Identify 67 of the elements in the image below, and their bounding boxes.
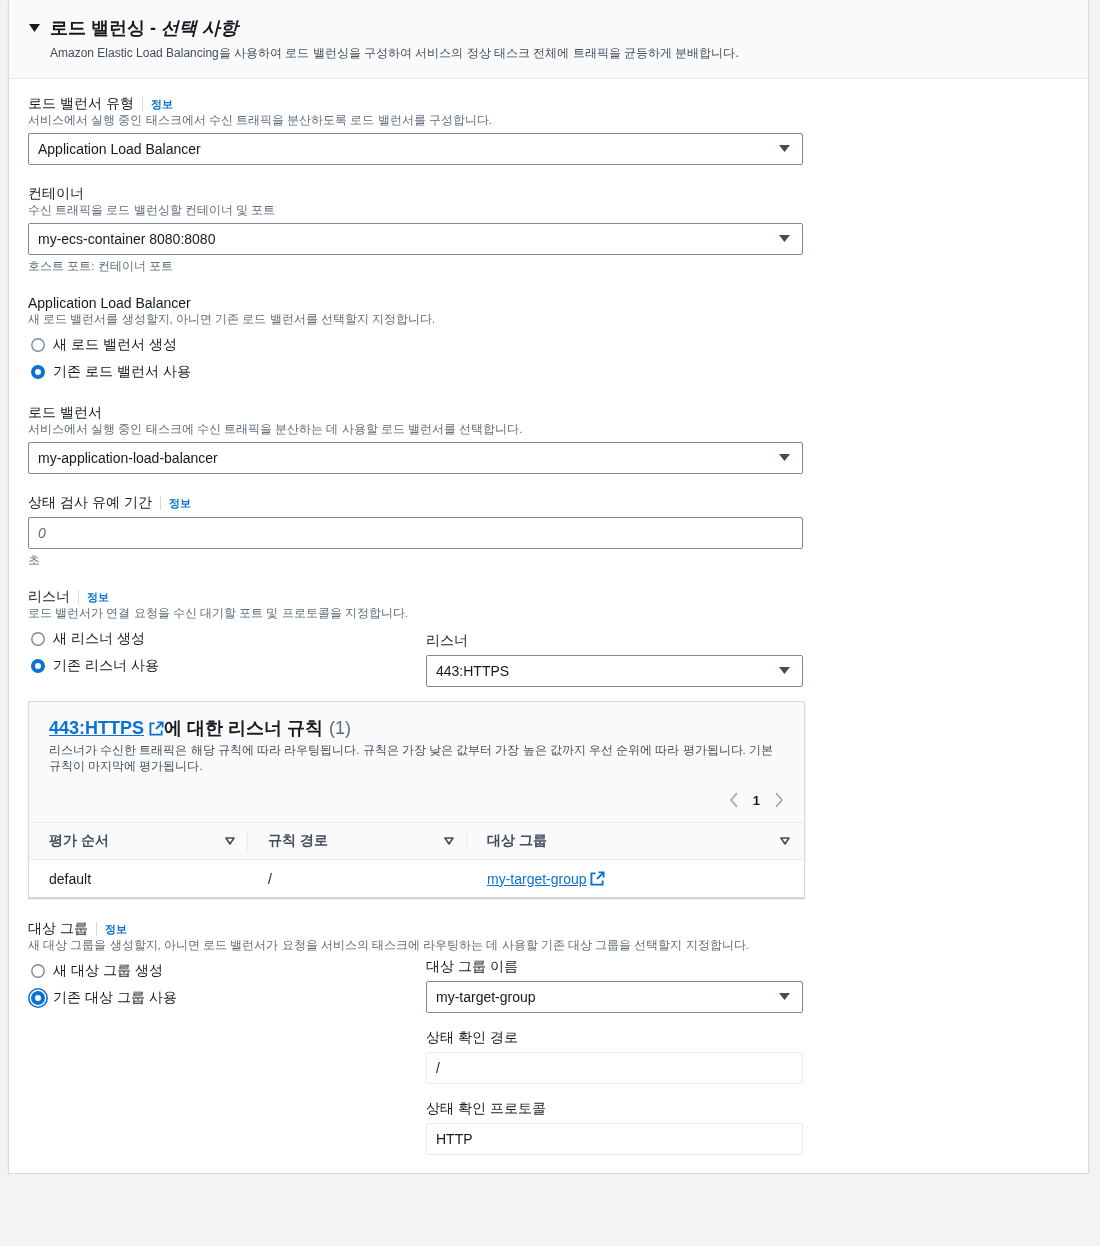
sort-icon[interactable] [444, 837, 454, 845]
info-link[interactable]: 정보 [78, 589, 109, 604]
sort-icon[interactable] [780, 837, 790, 845]
field-label: 대상 그룹 이름 [426, 958, 519, 976]
table-cell: / [268, 870, 272, 887]
column-header[interactable]: 대상 그룹 [487, 832, 547, 850]
dropdown-select[interactable]: my-target-group [426, 981, 803, 1013]
section-description: Amazon Elastic Load Balancing을 사용하여 로드 밸런싱을 구성하여 서비스의 정상 태스크 전체에 트래픽을 균등하게 분배합니다. [50, 45, 740, 62]
field-label: 상태 확인 프로토콜 [426, 1100, 547, 1118]
dropdown-caret-icon [779, 454, 790, 462]
radio-label[interactable]: 새 로드 밸런서 생성 [53, 336, 177, 354]
table-cell: default [49, 870, 92, 887]
radio-button[interactable] [28, 335, 48, 355]
dropdown-select[interactable]: 443:HTTPS [426, 655, 803, 687]
dropdown-caret-icon [779, 235, 790, 243]
column-header[interactable]: 규칙 경로 [268, 832, 328, 850]
field-label: Application Load Balancer [28, 294, 191, 311]
dropdown-caret-icon [779, 145, 790, 153]
column-header[interactable]: 평가 순서 [49, 832, 109, 850]
radio-label[interactable]: 새 리스너 생성 [53, 630, 145, 648]
field-label: 로드 밸런서 [28, 403, 102, 422]
info-link[interactable]: 정보 [141, 96, 173, 111]
dropdown-caret-icon [779, 993, 790, 1001]
panel-title: 에 대한 리스너 규칙 [164, 717, 324, 740]
panel-description: 리스너가 수신한 트래픽은 해당 규칙에 따라 라우팅됩니다. 규칙은 가장 낮은 값부터 가장 높은 값까지 우선 순위에 따라 평가됩니다. 기본 규칙이 마지막에 평가됩니다. [49, 743, 774, 774]
read-only-field: HTTP [426, 1123, 803, 1155]
dropdown-caret-icon [779, 667, 790, 675]
page-number[interactable]: 1 [752, 792, 760, 808]
field-description: 서비스에서 실행 중인 태스크에 수신 트래픽을 분산하는 데 사용할 로드 밸런서를 선택합니다. [28, 422, 524, 437]
radio-button[interactable] [28, 988, 48, 1008]
radio-label[interactable]: 기존 대상 그룹 사용 [53, 989, 177, 1007]
rule-count: (1) [329, 717, 352, 739]
external-link-icon [149, 720, 165, 736]
info-link[interactable]: 정보 [159, 495, 191, 510]
dropdown-select[interactable]: my-application-load-balancer [28, 442, 803, 474]
radio-label[interactable]: 새 대상 그룹 생성 [53, 962, 163, 980]
section-title: 로드 밸런싱 - 선택 사항 [50, 17, 238, 40]
sort-icon[interactable] [225, 837, 235, 845]
field-label: 상태 검사 유예 기간 [28, 493, 152, 512]
external-link-icon [590, 870, 606, 886]
field-description: 서비스에서 실행 중인 태스크에서 수신 트래픽을 분산하도록 로드 밸런서를 구성합니다. [28, 113, 493, 128]
target-group-link[interactable]: my-target-group [487, 870, 587, 887]
dropdown-select[interactable]: my-ecs-container 8080:8080 [28, 223, 803, 255]
info-link[interactable]: 정보 [95, 921, 127, 936]
read-only-field: / [426, 1052, 803, 1084]
field-label: 컨테이너 [28, 184, 84, 203]
dropdown-select[interactable]: Application Load Balancer [28, 133, 803, 165]
field-description: 로드 밸런서가 연결 요청을 수신 대기할 포트 및 프로토콜을 지정합니다. [28, 606, 409, 621]
field-label: 리스너 [28, 587, 70, 606]
field-hint: 호스트 포트: 컨테이너 포트 [28, 259, 174, 274]
field-label: 상태 확인 경로 [426, 1029, 519, 1047]
field-label: 리스너 [426, 632, 469, 650]
field-description: 새 대상 그룹을 생성할지, 아니면 로드 밸런서가 요청을 서비스의 태스크에 라우팅하는 데 사용할 기존 대상 그룹을 선택할지 지정합니다. [28, 938, 750, 953]
listener-link[interactable]: 443:HTTPS [49, 717, 145, 739]
field-description: 수신 트래픽을 로드 밸런싱할 컨테이너 및 포트 [28, 203, 277, 218]
collapse-triangle-icon[interactable] [29, 22, 40, 34]
radio-button[interactable] [28, 629, 48, 649]
unit-label: 초 [28, 553, 41, 568]
radio-label[interactable]: 기존 로드 밸런서 사용 [53, 363, 191, 381]
field-label: 대상 그룹 [28, 919, 88, 938]
radio-button[interactable] [28, 961, 48, 981]
field-description: 새 로드 밸런서를 생성할지, 아니면 기존 로드 밸런서를 선택할지 지정합니다. [28, 312, 437, 327]
radio-label[interactable]: 기존 리스너 사용 [53, 657, 159, 675]
radio-button[interactable] [28, 362, 48, 382]
radio-button[interactable] [28, 656, 48, 676]
field-label: 로드 밸런서 유형 [28, 94, 134, 113]
input-field[interactable]: 0 [28, 517, 803, 549]
